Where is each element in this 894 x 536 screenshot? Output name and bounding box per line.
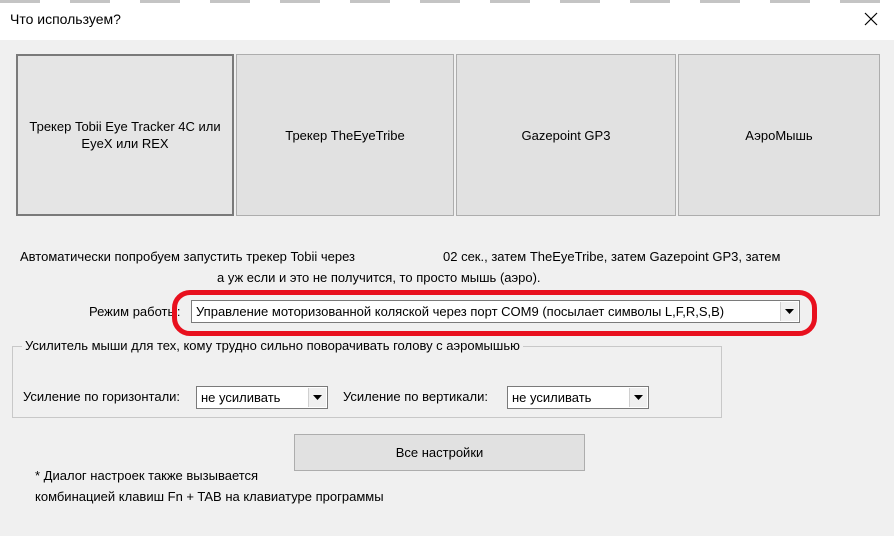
close-button[interactable] [854,4,888,34]
tobii-tracker-button-label: Трекер Tobii Eye Tracker 4C или EyeX или… [29,119,221,151]
close-icon [864,12,878,26]
auto-start-countdown-text: 02 сек., затем TheEyeTribe, затем Gazepo… [443,249,781,264]
aeromouse-button[interactable]: АэроМышь [678,54,880,216]
title-bar: Что используем? [0,0,894,40]
eyetribe-tracker-button[interactable]: Трекер TheEyeTribe [236,54,454,216]
vertical-gain-value: не усиливать [512,390,592,405]
horizontal-gain-label: Усиление по горизонтали: [23,389,181,404]
tobii-tracker-button[interactable]: Трекер Tobii Eye Tracker 4C или EyeX или… [16,54,234,216]
all-settings-button[interactable]: Все настройки [294,434,585,471]
mode-select-value: Управление моторизованной коляской через… [196,304,725,319]
mode-select-arrow[interactable] [780,302,798,321]
auto-start-fallback-text: а уж если и это не получится, то просто … [217,270,541,285]
mode-label: Режим работы: [89,304,181,319]
auto-start-text: Автоматически попробуем запустить трекер… [20,249,355,264]
horizontal-gain-select[interactable]: не усиливать [196,386,328,409]
window-title: Что используем? [10,11,121,27]
gazepoint-button[interactable]: Gazepoint GP3 [456,54,676,216]
horizontal-gain-value: не усиливать [201,390,281,405]
vertical-gain-label: Усиление по вертикали: [343,389,488,404]
footnote-line2: комбинацией клавиш Fn + TAB на клавиатур… [35,489,384,504]
gazepoint-button-label: Gazepoint GP3 [521,127,611,143]
amplifier-group-title: Усилитель мыши для тех, кому трудно силь… [22,338,523,353]
chevron-down-icon [785,309,794,314]
footnote-line1: * Диалог настроек также вызывается [35,468,259,483]
vertical-gain-arrow[interactable] [629,388,647,407]
vertical-gain-select[interactable]: не усиливать [507,386,649,409]
eyetribe-tracker-button-label: Трекер TheEyeTribe [285,127,405,143]
all-settings-button-label: Все настройки [395,445,484,460]
horizontal-gain-arrow[interactable] [308,388,326,407]
chevron-down-icon [313,395,322,400]
background-menu-remnant [0,0,894,3]
aeromouse-button-label: АэроМышь [745,127,813,143]
chevron-down-icon [634,395,643,400]
mode-select[interactable]: Управление моторизованной коляской через… [191,300,800,323]
